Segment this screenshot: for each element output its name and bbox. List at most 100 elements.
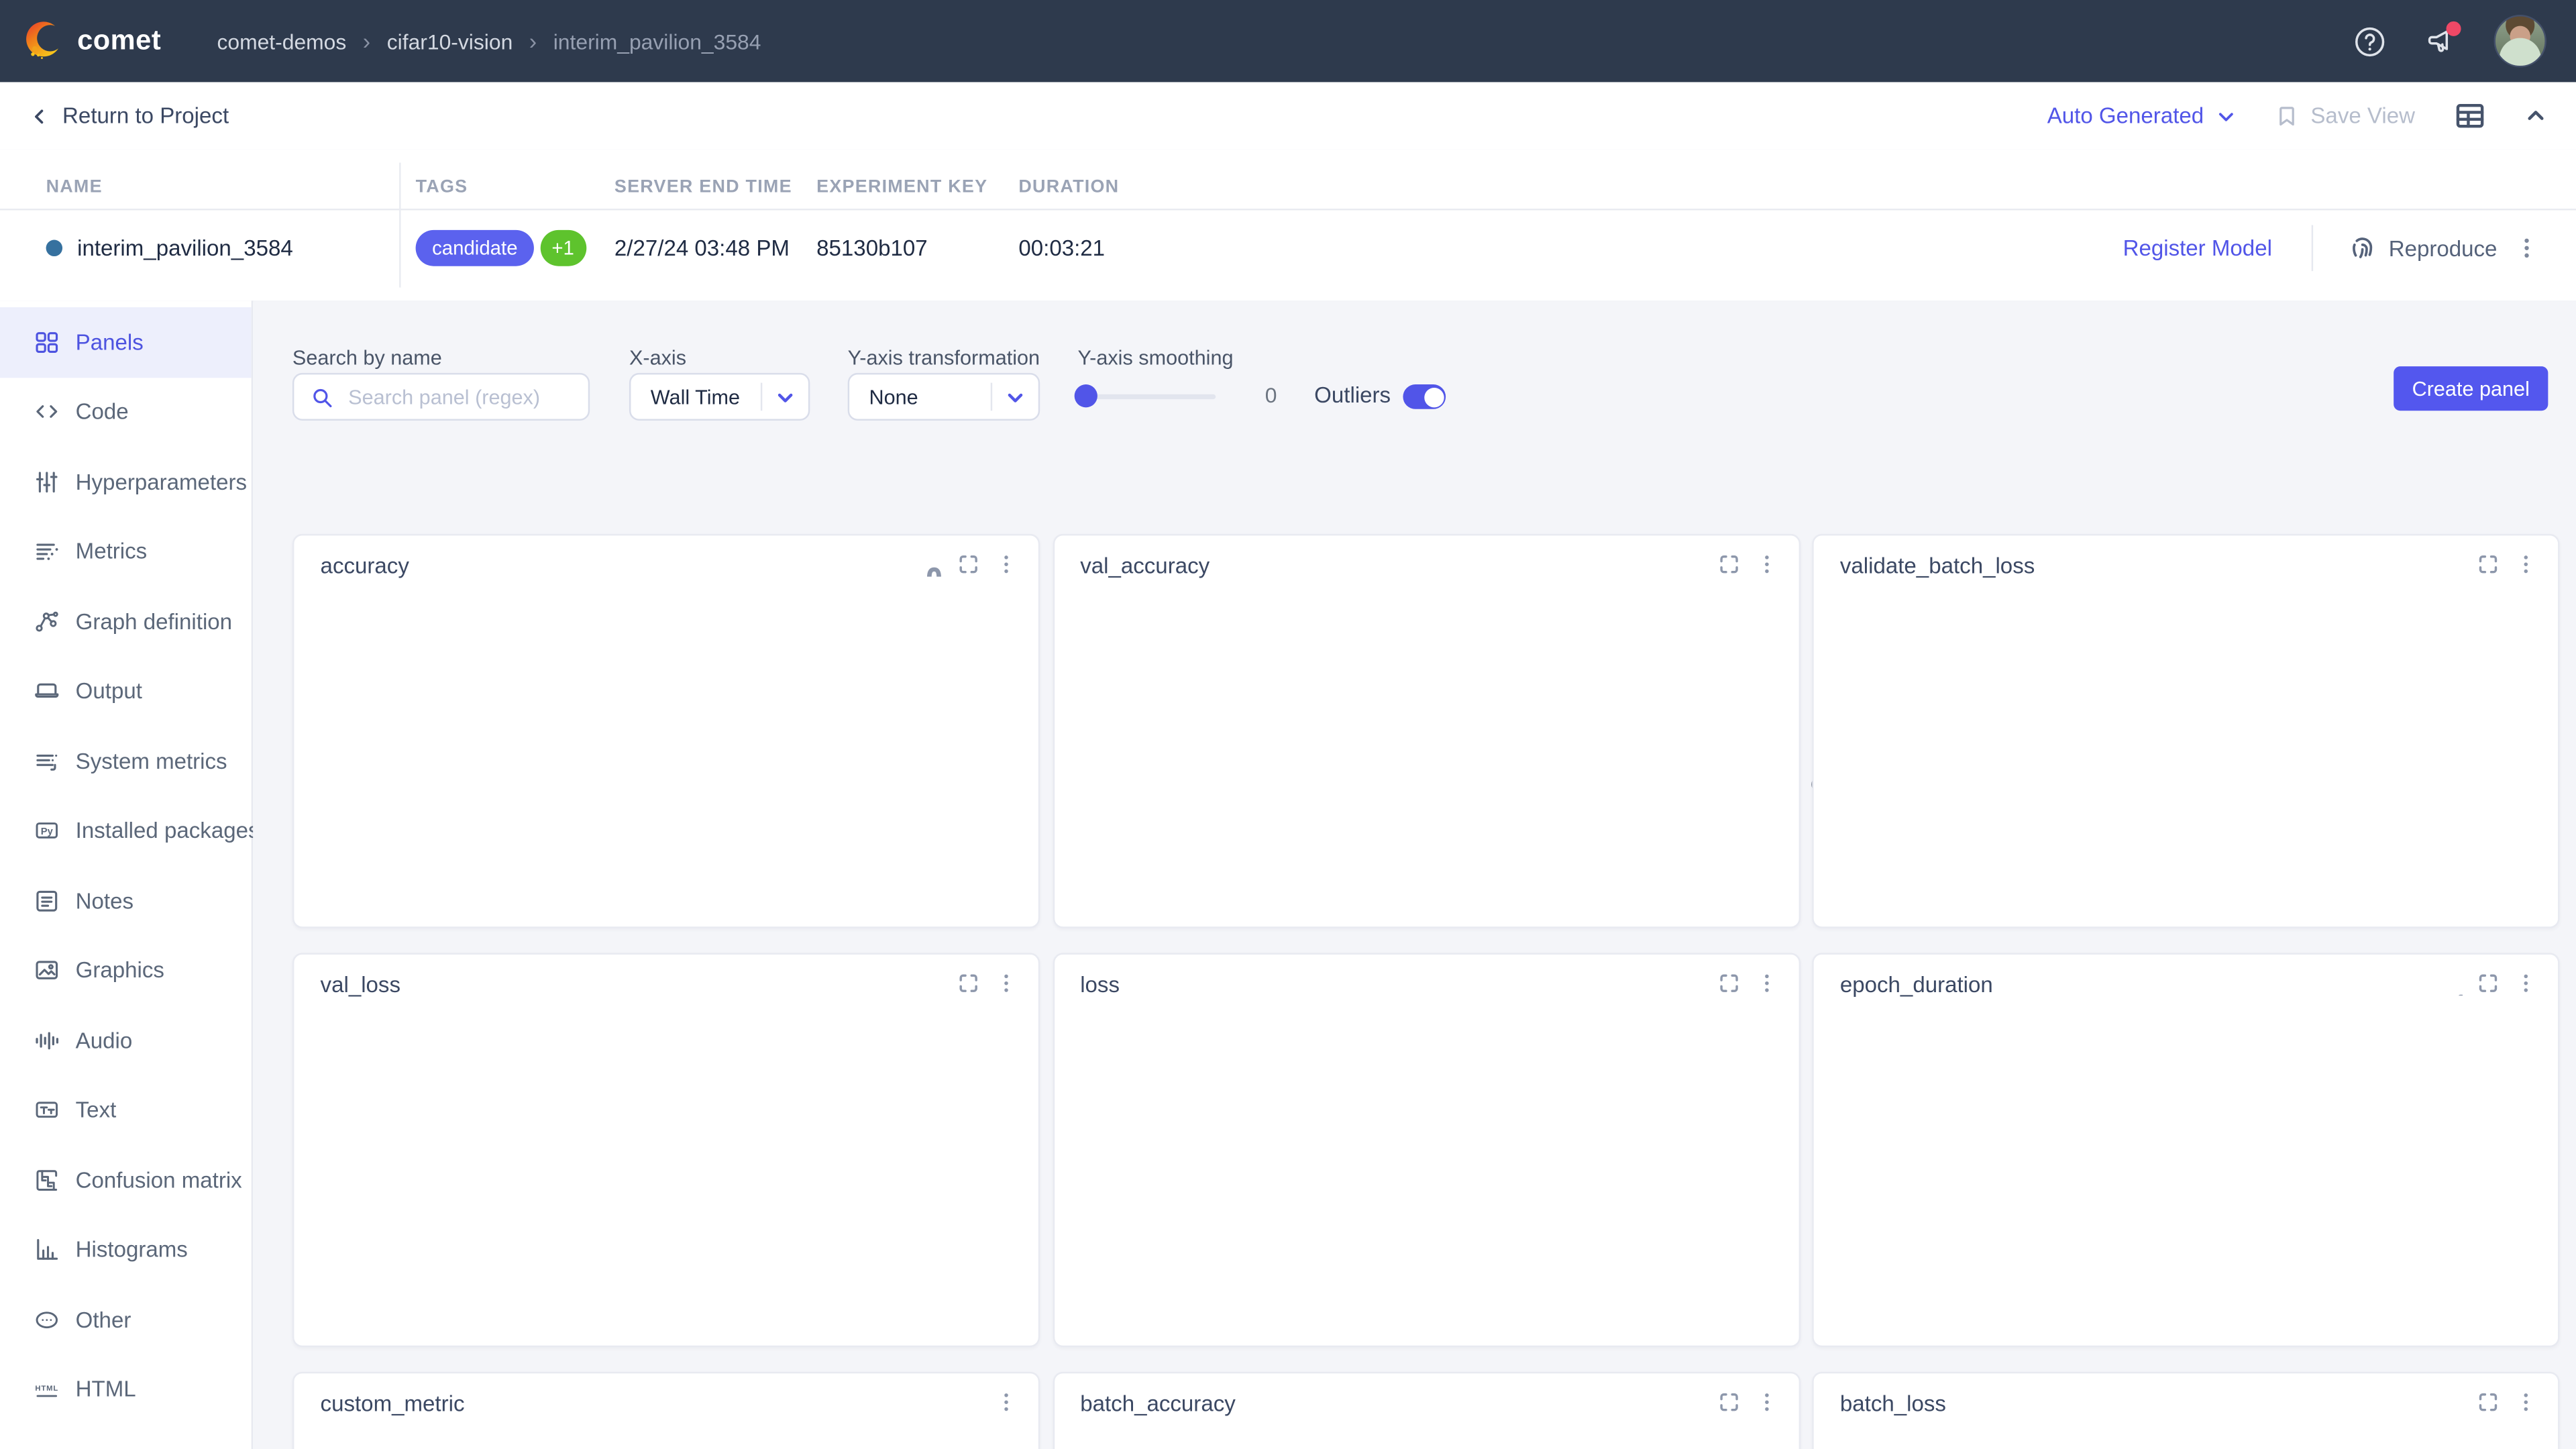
panel-chart — [294, 585, 1040, 914]
comet-logo[interactable]: comet — [23, 19, 161, 62]
announcements-icon[interactable] — [2423, 24, 2457, 58]
ytransform-select[interactable]: None — [848, 373, 1040, 421]
experiment-key-link[interactable]: 85130b107 — [816, 235, 927, 260]
navbar-actions — [2353, 15, 2576, 67]
kebab-icon[interactable] — [994, 971, 1019, 996]
xaxis-select[interactable]: Wall Time — [629, 373, 810, 421]
search-label: Search by name — [292, 347, 442, 370]
experiment-color-dot — [46, 240, 62, 256]
top-navbar: comet comet-demos › cifar10-vision › int… — [0, 0, 2576, 82]
panel-loss: loss 15:46:0015:46:3015:47:0015:47:3015:… — [1053, 953, 1800, 1347]
expand-icon[interactable]: 15:46:0015:46:3015:47:0015:47:3015:48:00… — [956, 1390, 981, 1415]
breadcrumb-workspace[interactable]: comet-demos — [217, 29, 346, 54]
experiment-name: interim_pavilion_3584 — [77, 235, 293, 260]
kebab-icon[interactable] — [2514, 235, 2540, 261]
sidebar-item-other[interactable]: Other — [0, 1285, 252, 1354]
sidebar-item-graphics[interactable]: Graphics — [0, 936, 252, 1006]
panel-accuracy: accuracy 15:46:0015:46:3015:47:0015:47:3… — [292, 534, 1040, 928]
panel-header: validate_batch_loss 15:46:0015:46:3015:4… — [1814, 535, 2558, 584]
sidebar-item-notes[interactable]: Notes — [0, 866, 252, 936]
expand-icon[interactable] — [1716, 1390, 1741, 1415]
lock-icon[interactable]: 15:46:0015:46:3015:47:0015:47:3015:48:00… — [2438, 1390, 2463, 1415]
sidebar-item-installed-packages[interactable]: PyInstalled packages — [0, 796, 252, 866]
kebab-icon[interactable] — [2514, 552, 2538, 577]
kebab-icon[interactable] — [1754, 971, 1778, 996]
kebab-icon[interactable] — [2514, 1390, 2538, 1415]
return-to-project-button[interactable]: Return to Project — [30, 103, 229, 128]
sidebar-item-label: Code — [76, 400, 129, 425]
sidebar: Panels Code HyperparametersMetrics Graph de… — [0, 301, 253, 1449]
search-input[interactable] — [345, 384, 588, 410]
search-icon — [311, 385, 333, 408]
caret-up-icon[interactable] — [2525, 105, 2546, 127]
panels-main: Search by name X-axis Y-axis transformat… — [253, 301, 2576, 1449]
panel-actions: 15:46:0015:46:3015:47:0015:47:3015:48:00… — [2438, 552, 2538, 577]
expand-icon[interactable] — [1716, 552, 1741, 577]
kebab-icon[interactable] — [1754, 1390, 1778, 1415]
panel-actions: 15:46:0015:46:3015:47:0015:47:3015:48:00… — [1678, 1390, 1778, 1415]
kebab-icon[interactable] — [994, 552, 1019, 577]
lock-icon[interactable]: 15:46:0015:46:3015:47:0015:47:3015:48:00… — [2438, 971, 2463, 996]
panel-header: val_loss 15:46:0015:46:3015:47:0015:47:3… — [294, 955, 1038, 1004]
save-view-button[interactable]: Save View — [2276, 103, 2415, 128]
help-icon[interactable] — [2353, 24, 2387, 58]
lock-icon[interactable]: 15:46:0015:46:3015:47:0015:47:3015:48:00… — [918, 552, 943, 577]
kebab-icon[interactable] — [1754, 552, 1778, 577]
divider — [761, 383, 762, 411]
panel-actions: 15:46:0015:46:3015:47:0015:47:3015:48:00… — [956, 1390, 1018, 1415]
breadcrumb-project[interactable]: cifar10-vision — [387, 29, 513, 54]
panel-actions: 15:46:0015:46:3015:47:0015:47:3015:48:00… — [1678, 552, 1778, 577]
expand-icon[interactable] — [2476, 552, 2501, 577]
sidebar-item-hyperparameters[interactable]: Hyperparameters — [0, 447, 252, 517]
kebab-icon[interactable] — [994, 1390, 1019, 1415]
sidebar-item-text[interactable]: Text — [0, 1075, 252, 1145]
lock-icon[interactable]: 15:46:0015:46:3015:47:0015:47:3015:48:00… — [2438, 552, 2463, 577]
reproduce-button[interactable]: Reproduce — [2349, 235, 2498, 261]
kebab-icon[interactable] — [2514, 971, 2538, 996]
sidebar-item-label: Graph definition — [76, 609, 232, 634]
lock-icon[interactable]: 15:46:0015:46:3015:47:0015:47:3015:48:00… — [1678, 1390, 1703, 1415]
save-view-label: Save View — [2310, 103, 2415, 128]
tag-list: candidate +1 — [416, 230, 586, 266]
expand-icon[interactable] — [956, 552, 981, 577]
sidebar-item-audio[interactable]: Audio — [0, 1006, 252, 1075]
panel-chart — [294, 1423, 1040, 1449]
user-avatar[interactable] — [2494, 15, 2546, 67]
sidebar-item-confusion-matrix[interactable]: Confusion matrix — [0, 1145, 252, 1215]
sidebar-item-code[interactable]: Code — [0, 377, 252, 447]
panel-actions: 15:46:0015:46:3015:47:0015:47:3015:48:00… — [918, 552, 1018, 577]
panel-header: batch_loss 15:46:0015:46:3015:47:0015:47… — [1814, 1373, 2558, 1422]
slider-knob[interactable] — [1075, 384, 1097, 407]
expand-icon[interactable] — [2476, 971, 2501, 996]
audio-icon — [33, 1026, 61, 1055]
installed-packages-icon: Py — [33, 817, 61, 845]
sidebar-item-system-metrics[interactable]: System metrics — [0, 726, 252, 796]
panel-chart — [1054, 1004, 1800, 1332]
smoothing-value: 0 — [1265, 383, 1277, 408]
lock-icon[interactable]: 15:46:0015:46:3015:47:0015:47:3015:48:00… — [918, 971, 943, 996]
view-selector-dropdown[interactable]: Auto Generated — [2047, 103, 2237, 128]
comet-logo-icon — [23, 19, 66, 62]
create-panel-button[interactable]: Create panel — [2394, 366, 2548, 411]
sidebar-item-output[interactable]: Output — [0, 656, 252, 726]
panel-title: batch_loss — [1840, 1391, 1946, 1416]
sidebar-item-graph-definition[interactable]: Graph definition — [0, 586, 252, 656]
register-model-button[interactable]: Register Model — [2123, 235, 2272, 260]
sidebar-item-label: System metrics — [76, 749, 227, 773]
smoothing-slider[interactable] — [1078, 383, 1236, 409]
table-view-icon[interactable] — [2455, 100, 2486, 131]
panel-header: custom_metric 15:46:0015:46:3015:47:0015… — [294, 1373, 1038, 1422]
xaxis-label: X-axis — [629, 347, 686, 370]
sidebar-item-panels[interactable]: Panels — [0, 307, 252, 377]
sidebar-item-histograms[interactable]: Histograms — [0, 1215, 252, 1285]
panel-chart — [1054, 585, 1800, 914]
expand-icon[interactable] — [1716, 971, 1741, 996]
sidebar-item-html[interactable]: HTMLHTML — [0, 1354, 252, 1424]
expand-icon[interactable] — [956, 971, 981, 996]
tag-candidate: candidate — [416, 230, 534, 266]
expand-icon[interactable] — [2476, 1390, 2501, 1415]
lock-icon[interactable]: 15:46:0015:46:3015:47:0015:47:3015:48:00… — [1678, 971, 1703, 996]
outliers-toggle[interactable] — [1403, 384, 1446, 409]
lock-icon[interactable]: 15:46:0015:46:3015:47:0015:47:3015:48:00… — [1678, 552, 1703, 577]
sidebar-item-metrics[interactable]: Metrics — [0, 517, 252, 586]
